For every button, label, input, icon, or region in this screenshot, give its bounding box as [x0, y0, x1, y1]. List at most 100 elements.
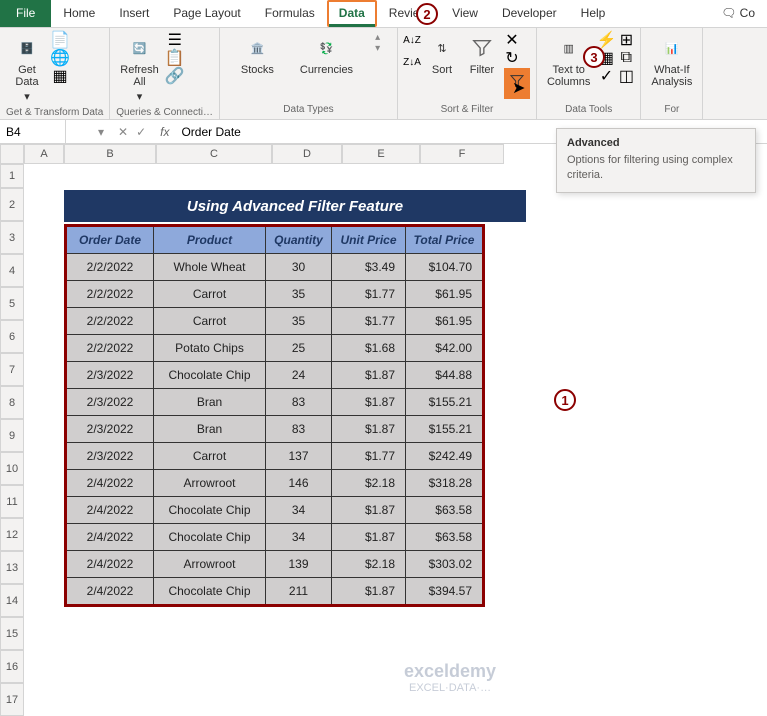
- name-box-dropdown[interactable]: ▾: [66, 125, 110, 139]
- select-all-corner[interactable]: [0, 144, 24, 164]
- table-cell[interactable]: 2/4/2022: [66, 578, 154, 606]
- tab-insert[interactable]: Insert: [107, 0, 161, 27]
- table-header-cell[interactable]: Order Date: [66, 226, 154, 254]
- table-cell[interactable]: 2/4/2022: [66, 497, 154, 524]
- table-cell[interactable]: 2/3/2022: [66, 416, 154, 443]
- tab-file[interactable]: File: [0, 0, 51, 27]
- from-web-icon[interactable]: 🌐: [52, 50, 68, 66]
- table-cell[interactable]: 34: [266, 524, 332, 551]
- table-cell[interactable]: $1.77: [332, 281, 406, 308]
- row-header[interactable]: 17: [0, 683, 24, 716]
- clear-filter-button[interactable]: ✕: [504, 32, 520, 48]
- table-cell[interactable]: $1.77: [332, 443, 406, 470]
- table-cell[interactable]: $155.21: [406, 389, 484, 416]
- table-cell[interactable]: 2/4/2022: [66, 551, 154, 578]
- table-cell[interactable]: $1.87: [332, 362, 406, 389]
- table-cell[interactable]: $63.58: [406, 524, 484, 551]
- table-cell[interactable]: 137: [266, 443, 332, 470]
- table-cell[interactable]: 2/2/2022: [66, 281, 154, 308]
- table-cell[interactable]: Bran: [154, 416, 266, 443]
- table-cell[interactable]: $2.18: [332, 551, 406, 578]
- sort-button[interactable]: ⇅ Sort: [424, 32, 460, 78]
- consolidate-icon[interactable]: ⊞: [618, 32, 634, 48]
- row-header[interactable]: 7: [0, 353, 24, 386]
- table-cell[interactable]: $1.87: [332, 416, 406, 443]
- table-cell[interactable]: $2.18: [332, 470, 406, 497]
- worksheet[interactable]: Using Advanced Filter Feature Order Date…: [24, 164, 767, 716]
- table-row[interactable]: 2/3/2022Bran83$1.87$155.21: [66, 389, 484, 416]
- table-row[interactable]: 2/2/2022Carrot35$1.77$61.95: [66, 281, 484, 308]
- enter-formula-button[interactable]: ✓: [136, 125, 146, 139]
- row-header[interactable]: 14: [0, 584, 24, 617]
- row-header[interactable]: 3: [0, 221, 24, 254]
- table-cell[interactable]: Chocolate Chip: [154, 497, 266, 524]
- table-cell[interactable]: $1.87: [332, 524, 406, 551]
- table-cell[interactable]: $42.00: [406, 335, 484, 362]
- table-row[interactable]: 2/4/2022Chocolate Chip34$1.87$63.58: [66, 524, 484, 551]
- tab-formulas[interactable]: Formulas: [253, 0, 327, 27]
- table-row[interactable]: 2/3/2022Chocolate Chip24$1.87$44.88: [66, 362, 484, 389]
- table-row[interactable]: 2/2/2022Potato Chips25$1.68$42.00: [66, 335, 484, 362]
- table-cell[interactable]: $155.21: [406, 416, 484, 443]
- table-cell[interactable]: 2/2/2022: [66, 335, 154, 362]
- table-cell[interactable]: $61.95: [406, 308, 484, 335]
- table-cell[interactable]: 2/2/2022: [66, 254, 154, 281]
- table-cell[interactable]: $63.58: [406, 497, 484, 524]
- queries-icon[interactable]: ☰: [167, 32, 183, 48]
- tab-help[interactable]: Help: [569, 0, 618, 27]
- sort-asc-button[interactable]: A↓Z: [404, 32, 420, 48]
- what-if-button[interactable]: 📊 What-If Analysis: [647, 32, 696, 90]
- sort-desc-button[interactable]: Z↓A: [404, 54, 420, 70]
- table-cell[interactable]: Arrowroot: [154, 551, 266, 578]
- table-header-cell[interactable]: Product: [154, 226, 266, 254]
- col-header[interactable]: E: [342, 144, 420, 164]
- table-cell[interactable]: 2/3/2022: [66, 362, 154, 389]
- col-header[interactable]: D: [272, 144, 342, 164]
- tab-developer[interactable]: Developer: [490, 0, 569, 27]
- currencies-button[interactable]: 💱 Currencies: [296, 32, 357, 78]
- table-cell[interactable]: Carrot: [154, 443, 266, 470]
- row-header[interactable]: 2: [0, 188, 24, 221]
- table-cell[interactable]: 35: [266, 308, 332, 335]
- row-header[interactable]: 16: [0, 650, 24, 683]
- table-cell[interactable]: Potato Chips: [154, 335, 266, 362]
- row-header[interactable]: 10: [0, 452, 24, 485]
- table-cell[interactable]: $3.49: [332, 254, 406, 281]
- table-row[interactable]: 2/4/2022Arrowroot146$2.18$318.28: [66, 470, 484, 497]
- stocks-button[interactable]: 🏛️ Stocks: [237, 32, 278, 78]
- table-cell[interactable]: $1.87: [332, 497, 406, 524]
- data-validation-icon[interactable]: ✓: [598, 68, 614, 84]
- table-cell[interactable]: 2/4/2022: [66, 524, 154, 551]
- table-row[interactable]: 2/4/2022Chocolate Chip211$1.87$394.57: [66, 578, 484, 606]
- from-table-icon[interactable]: ▦: [52, 68, 68, 84]
- name-box[interactable]: B4: [0, 120, 66, 143]
- advanced-filter-button[interactable]: ➤: [504, 68, 530, 99]
- table-row[interactable]: 2/2/2022Whole Wheat30$3.49$104.70: [66, 254, 484, 281]
- row-header[interactable]: 1: [0, 164, 24, 188]
- table-cell[interactable]: 2/2/2022: [66, 308, 154, 335]
- table-header-cell[interactable]: Quantity: [266, 226, 332, 254]
- col-header[interactable]: B: [64, 144, 156, 164]
- table-cell[interactable]: Chocolate Chip: [154, 524, 266, 551]
- table-cell[interactable]: 211: [266, 578, 332, 606]
- row-header[interactable]: 12: [0, 518, 24, 551]
- tab-home[interactable]: Home: [51, 0, 107, 27]
- row-header[interactable]: 15: [0, 617, 24, 650]
- col-header[interactable]: A: [24, 144, 64, 164]
- row-header[interactable]: 6: [0, 320, 24, 353]
- table-header-cell[interactable]: Unit Price: [332, 226, 406, 254]
- row-header[interactable]: 5: [0, 287, 24, 320]
- table-cell[interactable]: 139: [266, 551, 332, 578]
- table-cell[interactable]: 2/3/2022: [66, 389, 154, 416]
- table-cell[interactable]: Whole Wheat: [154, 254, 266, 281]
- data-model-icon[interactable]: ◫: [618, 68, 634, 84]
- tab-view[interactable]: View: [440, 0, 490, 27]
- fx-button[interactable]: fx: [154, 125, 175, 139]
- table-cell[interactable]: 83: [266, 389, 332, 416]
- table-cell[interactable]: 2/4/2022: [66, 470, 154, 497]
- row-header[interactable]: 9: [0, 419, 24, 452]
- table-row[interactable]: 2/3/2022Bran83$1.87$155.21: [66, 416, 484, 443]
- table-cell[interactable]: 35: [266, 281, 332, 308]
- data-table[interactable]: Order DateProductQuantityUnit PriceTotal…: [64, 224, 485, 607]
- table-cell[interactable]: Chocolate Chip: [154, 362, 266, 389]
